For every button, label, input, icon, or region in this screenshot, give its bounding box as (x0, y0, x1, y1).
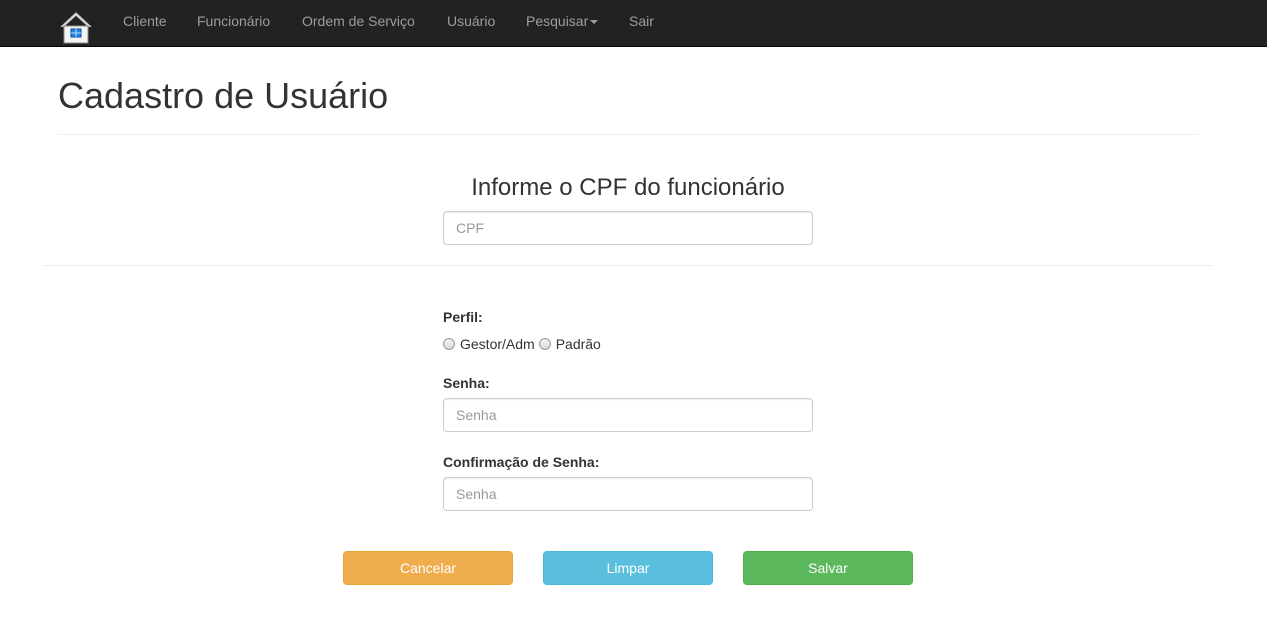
navbar: Cliente Funcionário Ordem de Serviço Usu… (0, 0, 1267, 47)
nav-item-funcionario[interactable]: Funcionário (197, 13, 270, 29)
nav-item-usuario[interactable]: Usuário (447, 13, 495, 29)
nav-item-ordem-de-servico[interactable]: Ordem de Serviço (302, 13, 415, 29)
save-button[interactable]: Salvar (743, 551, 913, 585)
nav-item-cliente[interactable]: Cliente (123, 13, 167, 29)
senha-label: Senha: (443, 375, 490, 391)
cpf-input[interactable] (443, 211, 813, 245)
radio-gestor-adm[interactable] (443, 338, 455, 350)
home-icon[interactable] (58, 9, 94, 45)
caret-down-icon (590, 20, 599, 25)
clear-button[interactable]: Limpar (543, 551, 713, 585)
perfil-radio-group: Gestor/Adm Padrão (443, 334, 605, 354)
cpf-section-heading: Informe o CPF do funcionário (471, 174, 785, 201)
radio-gestor-adm-label[interactable]: Gestor/Adm (460, 336, 535, 352)
confirmacao-senha-input[interactable] (443, 477, 813, 511)
cancel-button[interactable]: Cancelar (343, 551, 513, 585)
page-title: Cadastro de Usuário (58, 75, 389, 116)
section-divider (43, 265, 1213, 266)
nav-item-pesquisar[interactable]: Pesquisar (526, 13, 599, 29)
header-divider (58, 134, 1198, 135)
nav-item-sair[interactable]: Sair (629, 13, 654, 29)
senha-input[interactable] (443, 398, 813, 432)
perfil-label: Perfil: (443, 309, 483, 325)
confirmacao-senha-label: Confirmação de Senha: (443, 454, 600, 470)
radio-padrao[interactable] (538, 338, 551, 350)
nav-item-pesquisar-label: Pesquisar (526, 13, 589, 29)
radio-padrao-label[interactable]: Padrão (556, 336, 601, 352)
